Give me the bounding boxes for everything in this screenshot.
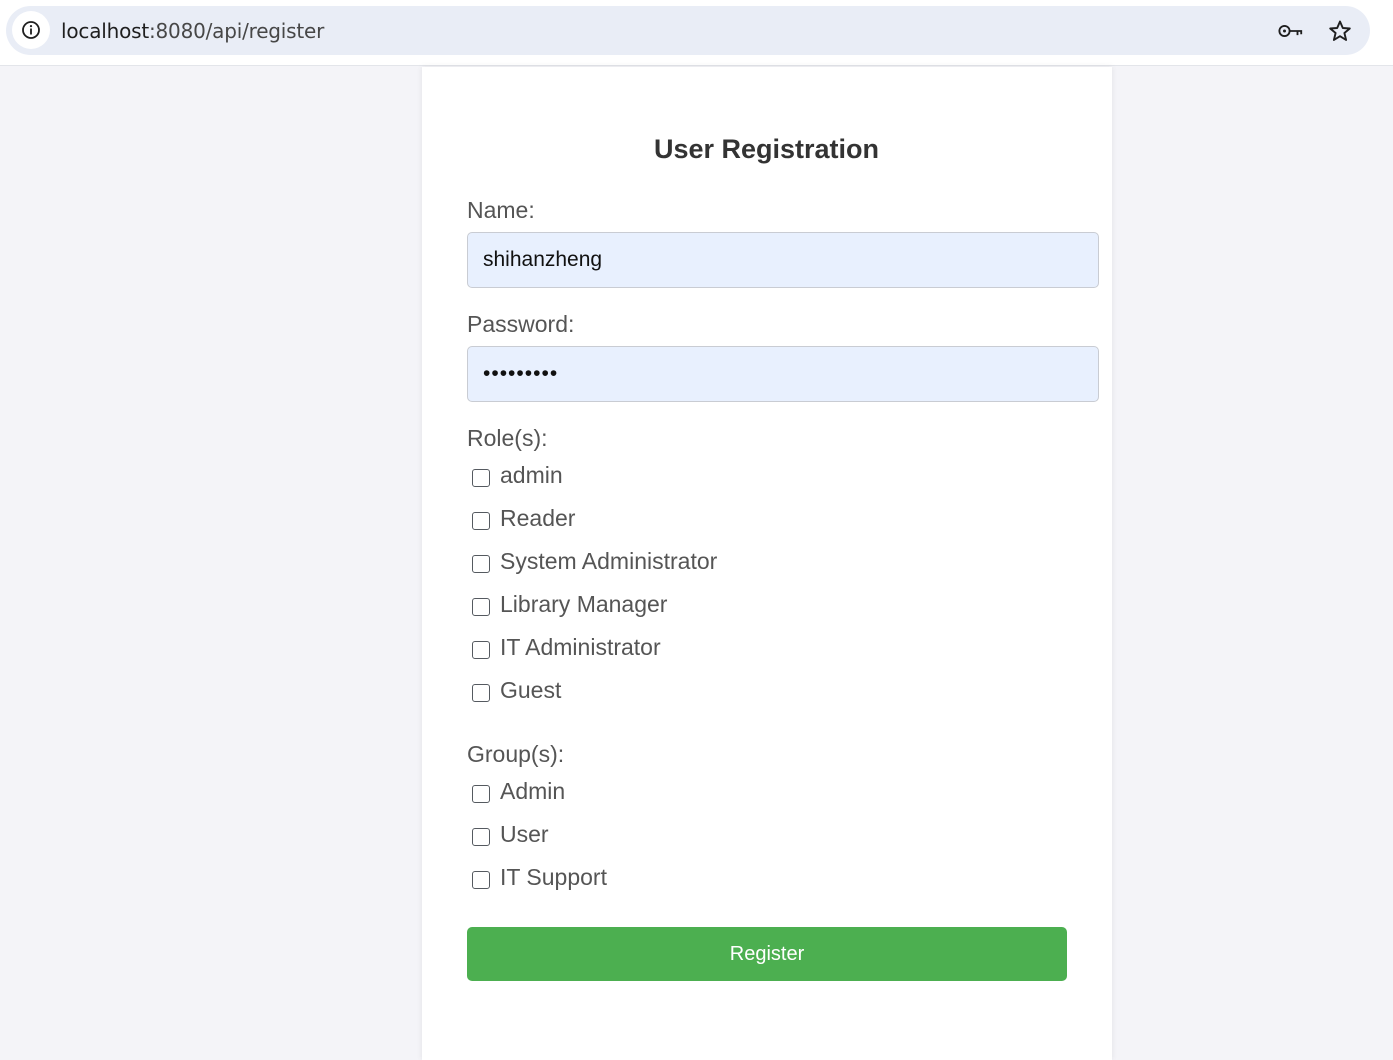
page-title: User Registration [653,134,880,164]
group-label: Admin [500,777,566,804]
role-label: System Administrator [500,547,718,574]
group-option-it-support[interactable]: IT Support [472,862,607,892]
group-checkbox-admin[interactable] [472,785,490,803]
role-label: Reader [500,504,576,531]
group-option-user[interactable]: User [472,819,549,849]
url-host: localhost [61,19,149,43]
group-checkbox-it-support[interactable] [472,871,490,889]
role-checkbox-guest[interactable] [472,684,490,702]
role-checkbox-it-administrator[interactable] [472,641,490,659]
star-icon[interactable] [1327,18,1353,44]
browser-toolbar: localhost:8080/api/register [0,0,1393,66]
password-label: Password: [467,311,575,337]
role-option-guest[interactable]: Guest [472,675,561,705]
group-label: IT Support [500,863,607,890]
group-checkbox-user[interactable] [472,828,490,846]
role-option-reader[interactable]: Reader [472,503,575,533]
role-checkbox-reader[interactable] [472,512,490,530]
role-label: Library Manager [500,590,668,617]
group-label: User [500,820,549,847]
role-option-library-manager[interactable]: Library Manager [472,589,667,619]
role-checkbox-admin[interactable] [472,469,490,487]
register-button[interactable]: Register [467,927,1067,981]
name-input[interactable] [467,232,1099,288]
name-label: Name: [467,197,535,223]
key-icon[interactable] [1278,18,1304,44]
site-info-icon[interactable] [12,11,50,49]
role-option-system-administrator[interactable]: System Administrator [472,546,717,576]
role-label: admin [500,461,563,488]
url-path: :8080/api/register [148,19,325,43]
password-mask: ••••••••• [483,362,559,385]
role-option-it-administrator[interactable]: IT Administrator [472,632,661,662]
group-option-admin[interactable]: Admin [472,776,565,806]
role-option-admin[interactable]: admin [472,460,563,490]
url-text[interactable]: localhost:8080/api/register [61,19,324,43]
password-input[interactable]: ••••••••• [467,346,1099,402]
roles-label: Role(s): [467,425,548,451]
groups-label: Group(s): [467,741,565,767]
role-label: IT Administrator [500,633,661,660]
address-bar[interactable]: localhost:8080/api/register [6,6,1370,55]
role-checkbox-system-administrator[interactable] [472,555,490,573]
role-checkbox-library-manager[interactable] [472,598,490,616]
role-label: Guest [500,676,562,703]
